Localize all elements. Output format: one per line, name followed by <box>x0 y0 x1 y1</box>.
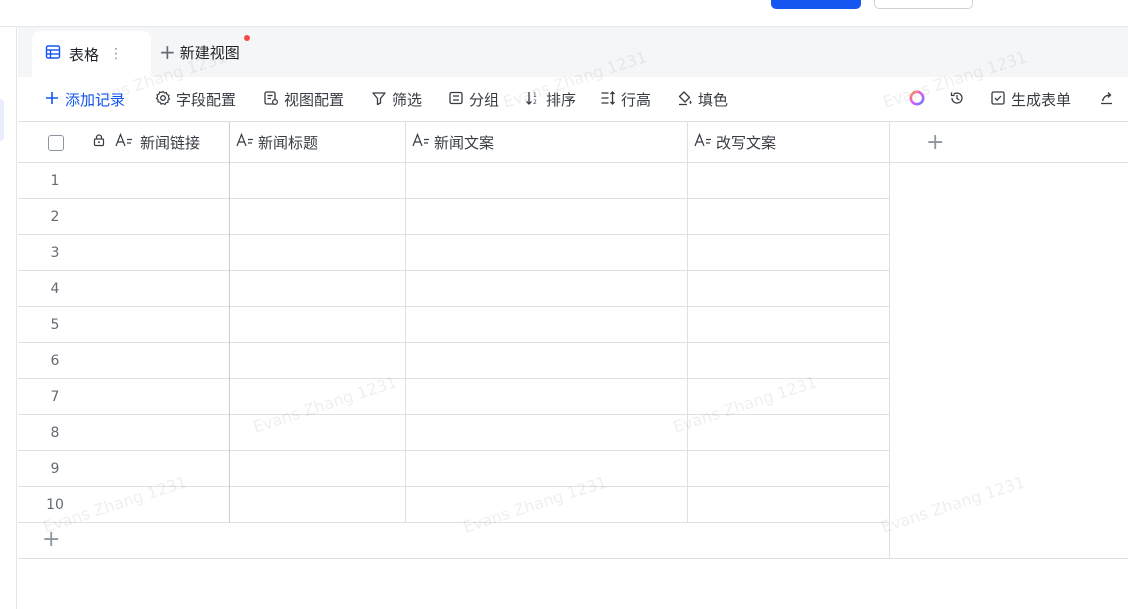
column-header-label: 新闻链接 <box>140 133 201 152</box>
svg-text:1: 1 <box>533 92 537 99</box>
field-config-label: 字段配置 <box>176 91 237 109</box>
row-divider <box>18 198 889 199</box>
row-divider <box>18 450 889 451</box>
row-divider <box>18 270 889 271</box>
notification-dot <box>244 35 250 41</box>
watermark: Evans Zhang 1231 <box>670 372 820 437</box>
watermark: Evans Zhang 1231 <box>460 472 610 537</box>
group-label: 分组 <box>469 91 500 109</box>
header-column[interactable]: 新闻标题 <box>230 122 405 163</box>
gear-icon <box>155 90 176 110</box>
add-column-button[interactable]: + <box>926 132 944 154</box>
watermark: Evans Zhang 1231 <box>878 472 1028 537</box>
top-secondary-button[interactable] <box>874 0 973 9</box>
ai-assistant-button[interactable] <box>908 77 931 122</box>
row-number: 10 <box>46 497 64 513</box>
view-config-label: 视图配置 <box>284 91 345 109</box>
column-divider <box>405 122 406 522</box>
group-button[interactable]: 分组 <box>448 77 499 122</box>
paint-bucket-icon <box>677 90 698 110</box>
text-field-icon <box>694 132 716 151</box>
row-number: 6 <box>50 353 60 369</box>
row-number: 7 <box>50 389 60 405</box>
row-number: 1 <box>50 173 60 189</box>
sort-button[interactable]: 12 排序 <box>525 77 576 122</box>
generate-form-button[interactable]: 生成表单 <box>990 77 1071 122</box>
filter-button[interactable]: 筛选 <box>371 77 422 122</box>
sidebar-active-indicator <box>0 99 4 141</box>
text-field-icon <box>115 132 137 151</box>
row-number: 9 <box>50 461 60 477</box>
table-grid-icon <box>45 44 61 64</box>
column-header-label: 新闻标题 <box>258 133 319 152</box>
row-height-icon <box>600 90 621 110</box>
row-height-label: 行高 <box>621 91 652 109</box>
share-icon <box>1099 90 1120 110</box>
left-sidebar <box>0 27 17 609</box>
frozen-column-divider <box>229 122 230 522</box>
fill-color-label: 填色 <box>698 91 729 109</box>
tab-table-label: 表格 <box>69 45 100 64</box>
view-config-button[interactable]: 视图配置 <box>263 77 344 122</box>
row-number: 3 <box>50 245 60 261</box>
row-divider <box>18 342 889 343</box>
filter-label: 筛选 <box>392 91 423 109</box>
tab-table-view[interactable]: 表格 ⋮ <box>32 31 151 77</box>
row-divider <box>18 414 889 415</box>
row-number: 4 <box>50 281 60 297</box>
column-divider <box>687 122 688 522</box>
add-record-button[interactable]: 添加记录 <box>44 77 125 122</box>
top-bar <box>0 0 1128 27</box>
share-button[interactable] <box>1099 77 1120 122</box>
generate-form-label: 生成表单 <box>1011 91 1072 109</box>
history-button[interactable] <box>949 77 970 122</box>
field-config-button[interactable]: 字段配置 <box>155 77 236 122</box>
row-height-button[interactable]: 行高 <box>600 77 651 122</box>
new-view-label: 新建视图 <box>179 43 240 62</box>
header-first-column[interactable]: 新闻链接 <box>18 122 229 163</box>
header-column[interactable]: 新闻文案 <box>406 122 687 163</box>
text-field-icon <box>236 132 258 151</box>
ai-ring-icon <box>908 89 931 111</box>
row-divider <box>18 378 889 379</box>
row-divider <box>18 486 889 487</box>
row-divider <box>18 522 889 523</box>
column-header-label: 改写文案 <box>716 133 777 152</box>
watermark: Evans Zhang 1231 <box>250 372 400 437</box>
form-check-icon <box>990 90 1011 110</box>
column-header-label: 新闻文案 <box>434 133 495 152</box>
view-settings-icon <box>263 90 284 110</box>
new-view-button[interactable]: + 新建视图 <box>159 27 240 77</box>
row-number: 2 <box>50 209 60 225</box>
select-all-checkbox[interactable] <box>48 135 64 151</box>
text-field-icon <box>412 132 434 151</box>
view-tab-bar: 表格 ⋮ + 新建视图 <box>18 27 1128 77</box>
filter-icon <box>371 90 392 110</box>
plus-icon <box>44 90 65 110</box>
plus-icon: + <box>159 40 176 64</box>
view-toolbar: 添加记录 字段配置 视图配置 筛选 分组 12 排序 行高 填色 生成表单 <box>18 77 1128 122</box>
tab-more-icon[interactable]: ⋮ <box>109 46 123 62</box>
header-column[interactable]: 改写文案 <box>688 122 889 163</box>
lock-icon <box>92 133 110 151</box>
top-primary-button[interactable] <box>771 0 861 9</box>
svg-text:2: 2 <box>533 99 537 106</box>
row-number: 8 <box>50 425 60 441</box>
grid-bottom-border <box>18 558 1128 559</box>
group-icon <box>448 90 469 110</box>
row-divider <box>18 234 889 235</box>
sort-icon: 12 <box>525 90 546 110</box>
history-icon <box>949 90 970 110</box>
fill-color-button[interactable]: 填色 <box>677 77 728 122</box>
add-row-button[interactable]: + <box>42 529 60 551</box>
row-divider <box>18 306 889 307</box>
add-record-label: 添加记录 <box>65 91 126 109</box>
row-number: 5 <box>50 317 60 333</box>
sort-label: 排序 <box>546 91 577 109</box>
column-divider <box>889 122 890 558</box>
